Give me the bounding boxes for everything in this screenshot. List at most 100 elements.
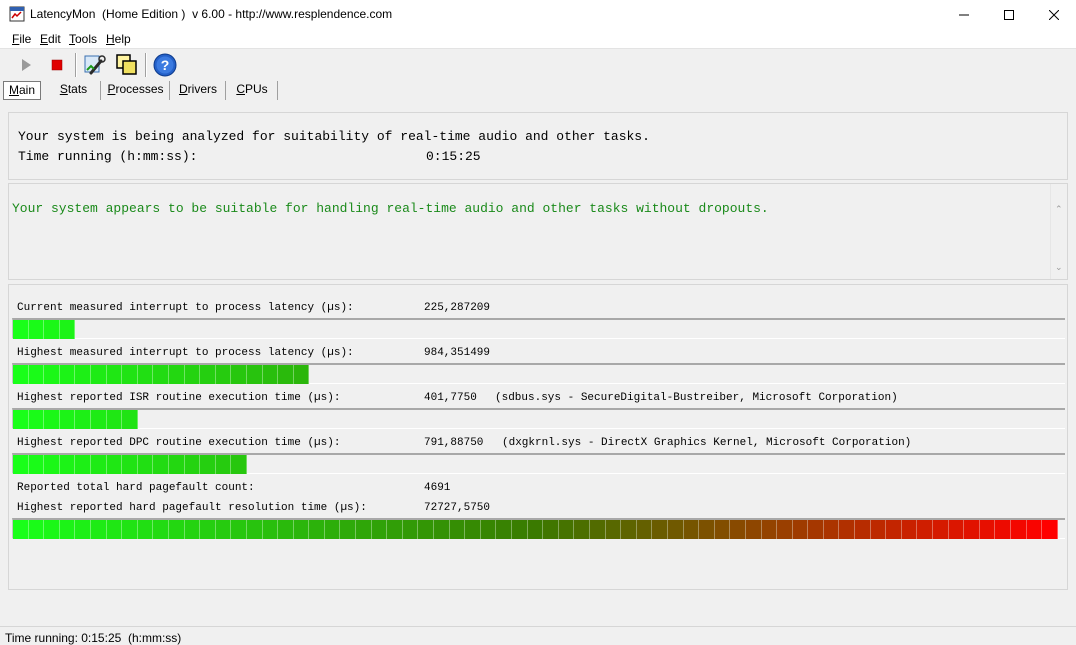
- meter-segment: [200, 455, 216, 474]
- meter-segment: [106, 410, 123, 429]
- meter-segment: [293, 520, 310, 539]
- windows-button[interactable]: [114, 52, 140, 78]
- analyzing-text: Your system is being analyzed for suitab…: [18, 129, 650, 144]
- meter-segment: [122, 365, 138, 384]
- menu-edit[interactable]: Edit: [40, 32, 61, 46]
- meter-segment: [418, 520, 435, 539]
- meter-segment: [106, 455, 123, 474]
- status-panel: Your system is being analyzed for suitab…: [8, 112, 1068, 180]
- tab-strip: Main Stats Processes Drivers CPUs: [0, 81, 1076, 101]
- time-running-label: Time running (h:mm:ss):: [18, 149, 198, 164]
- stop-monitor-button[interactable]: [44, 52, 70, 78]
- meter-segment: [153, 455, 169, 474]
- meter-segment: [75, 455, 91, 474]
- meter-segment: [808, 520, 824, 539]
- meter-segment: [90, 520, 107, 539]
- close-icon: [1049, 9, 1059, 20]
- meter-segment: [184, 455, 201, 474]
- meter-segment: [90, 410, 107, 429]
- meter-segment: [761, 520, 778, 539]
- maximize-icon: [1004, 9, 1014, 20]
- meter-segment: [44, 520, 60, 539]
- tab-processes[interactable]: Processes: [102, 81, 170, 100]
- meter-segment: [387, 520, 403, 539]
- minimize-button[interactable]: [941, 0, 987, 29]
- meter-segment: [262, 520, 279, 539]
- meter-pagefault-time: [12, 518, 1065, 539]
- meter-segment: [948, 520, 965, 539]
- meter-segment: [1026, 520, 1043, 539]
- meter-segment: [480, 520, 497, 539]
- menu-tools[interactable]: Tools: [69, 32, 97, 46]
- meter-segment: [683, 520, 700, 539]
- meter-segment: [231, 365, 247, 384]
- close-button[interactable]: [1031, 0, 1076, 29]
- tab-cpus[interactable]: CPUs: [227, 81, 278, 100]
- meter-segment: [28, 410, 45, 429]
- meter-segment: [792, 520, 809, 539]
- meter-segment: [933, 520, 949, 539]
- meter-segment: [168, 520, 185, 539]
- meter-segment: [44, 365, 60, 384]
- start-monitor-button[interactable]: [13, 52, 39, 78]
- scroll-up-icon[interactable]: ⌃: [1055, 204, 1063, 215]
- meter-segment: [153, 365, 169, 384]
- meter-segment: [465, 520, 481, 539]
- meter-segment: [106, 520, 123, 539]
- scroll-down-icon[interactable]: ⌄: [1055, 262, 1063, 273]
- tab-stats[interactable]: Stats: [47, 81, 101, 100]
- metric-detail-dpc-driver: (dxgkrnl.sys - DirectX Graphics Kernel, …: [502, 437, 912, 449]
- meter-segment: [979, 520, 996, 539]
- maximize-button[interactable]: [986, 0, 1032, 29]
- meter-segment: [777, 520, 793, 539]
- stop-icon: [51, 59, 63, 71]
- meter-fill: [13, 455, 247, 474]
- toolbar-separator: [145, 53, 147, 77]
- meter-segment: [75, 365, 91, 384]
- meter-segment: [28, 320, 45, 339]
- meter-segment: [122, 455, 138, 474]
- metric-label-isr-time: Highest reported ISR routine execution t…: [17, 392, 341, 404]
- svg-text:?: ?: [161, 57, 170, 73]
- meter-fill: [13, 520, 1058, 539]
- meter-segment: [59, 410, 76, 429]
- meter-segment: [402, 520, 419, 539]
- meter-segment: [231, 455, 247, 474]
- menu-file[interactable]: File: [12, 32, 31, 46]
- metric-label-current-latency: Current measured interrupt to process la…: [17, 302, 354, 314]
- meter-segment: [434, 520, 450, 539]
- meter-segment: [512, 520, 528, 539]
- meter-segment: [122, 520, 138, 539]
- meter-segment: [901, 520, 918, 539]
- meter-segment: [231, 520, 247, 539]
- meter-segment: [667, 520, 684, 539]
- meter-segment: [137, 455, 154, 474]
- menu-help[interactable]: Help: [106, 32, 131, 46]
- tool-button[interactable]: [82, 52, 108, 78]
- minimize-icon: [959, 14, 969, 15]
- meter-highest-latency: [12, 363, 1065, 384]
- meter-segment: [886, 520, 902, 539]
- toolbar-separator: [75, 53, 77, 77]
- meter-segment: [75, 410, 91, 429]
- meter-segment: [543, 520, 559, 539]
- meter-segment: [215, 520, 232, 539]
- meter-segment: [745, 520, 762, 539]
- metric-value-dpc-time: 791,88750: [424, 437, 484, 449]
- metric-label-pagefault-count: Reported total hard pagefault count:: [17, 482, 255, 494]
- meter-segment: [28, 365, 45, 384]
- meter-segment: [200, 520, 216, 539]
- tab-drivers[interactable]: Drivers: [171, 81, 226, 100]
- help-button[interactable]: ?: [152, 52, 178, 78]
- verdict-panel: Your system appears to be suitable for h…: [8, 183, 1068, 280]
- metric-value-current-latency: 225,287209: [424, 302, 491, 314]
- meter-segment: [605, 520, 622, 539]
- meter-segment: [90, 365, 107, 384]
- meter-segment: [621, 520, 637, 539]
- meter-segment: [636, 520, 653, 539]
- verdict-scrollbar[interactable]: ⌃ ⌄: [1050, 184, 1067, 279]
- tab-main[interactable]: Main: [3, 81, 41, 100]
- meter-segment: [13, 410, 29, 429]
- meter-segment: [278, 520, 294, 539]
- meter-segment: [246, 365, 263, 384]
